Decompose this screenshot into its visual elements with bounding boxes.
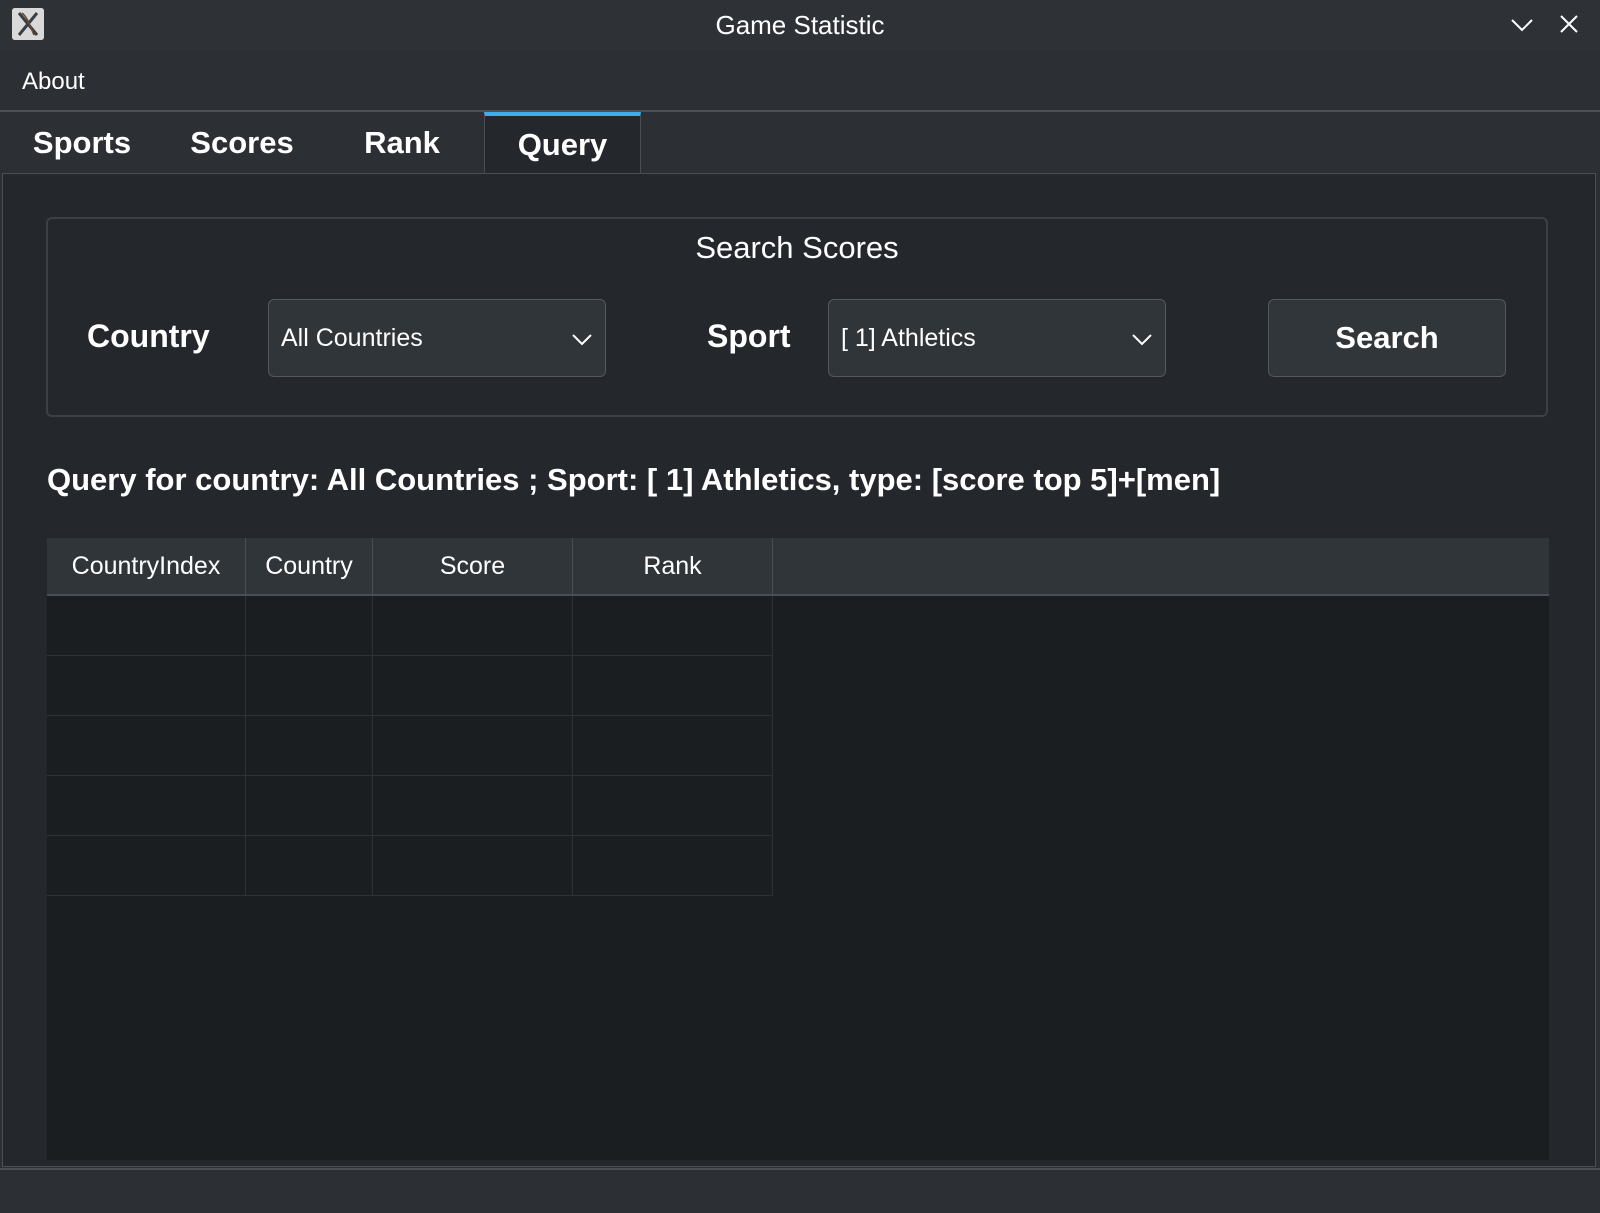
query-summary: Query for country: All Countries ; Sport… [47, 462, 1221, 497]
tab-rank[interactable]: Rank [322, 112, 482, 174]
table-cell[interactable] [573, 656, 773, 716]
window-title: Game Statistic [715, 10, 885, 40]
close-icon[interactable] [1552, 8, 1586, 42]
table-cell[interactable] [47, 716, 246, 776]
group-title: Search Scores [695, 230, 899, 265]
table-cell[interactable] [47, 776, 246, 836]
table-cell[interactable] [373, 656, 573, 716]
table-cell[interactable] [246, 656, 373, 716]
main-window: Game Statistic About Sports Scores Rank … [0, 0, 1600, 1213]
sport-select[interactable]: [ 1] Athletics [828, 299, 1166, 377]
chevron-down-icon [569, 326, 595, 352]
table-cell[interactable] [246, 776, 373, 836]
search-button[interactable]: Search [1268, 299, 1506, 377]
menu-about[interactable]: About [22, 68, 85, 96]
table-row[interactable] [47, 656, 773, 716]
table-cell[interactable] [573, 836, 773, 896]
table-cell[interactable] [573, 596, 773, 656]
column-header-country[interactable]: Country [246, 538, 373, 594]
country-select[interactable]: All Countries [268, 299, 606, 377]
sport-select-value: [ 1] Athletics [841, 324, 976, 352]
country-select-value: All Countries [281, 324, 423, 352]
chevron-down-icon [1129, 326, 1155, 352]
table-row[interactable] [47, 596, 773, 656]
table-cell[interactable] [573, 776, 773, 836]
country-label: Country [87, 318, 210, 354]
table-cell[interactable] [47, 836, 246, 896]
status-bar [0, 1170, 1600, 1213]
table-cell[interactable] [47, 596, 246, 656]
tab-sports[interactable]: Sports [2, 112, 162, 174]
tab-bar: Sports Scores Rank Query [0, 112, 1600, 174]
column-header-countryindex[interactable]: CountryIndex [47, 538, 246, 594]
table-cell[interactable] [246, 596, 373, 656]
table-cell[interactable] [373, 596, 573, 656]
table-row[interactable] [47, 836, 773, 896]
table-cell[interactable] [246, 836, 373, 896]
table-cell[interactable] [47, 656, 246, 716]
table-header: CountryIndex Country Score Rank [47, 538, 1549, 596]
table-row[interactable] [47, 776, 773, 836]
title-bar[interactable]: Game Statistic [0, 0, 1600, 50]
column-header-rank[interactable]: Rank [573, 538, 773, 594]
table-cell[interactable] [373, 836, 573, 896]
sport-label: Sport [707, 318, 791, 354]
tab-scores[interactable]: Scores [162, 112, 322, 174]
column-header-score[interactable]: Score [373, 538, 573, 594]
table-cell[interactable] [573, 716, 773, 776]
results-table[interactable]: CountryIndex Country Score Rank [47, 538, 1549, 1160]
menu-bar: About [0, 56, 1600, 108]
table-cell[interactable] [373, 716, 573, 776]
table-cell[interactable] [373, 776, 573, 836]
table-cell[interactable] [246, 716, 373, 776]
chevron-down-icon[interactable] [1505, 8, 1539, 42]
table-row[interactable] [47, 716, 773, 776]
tab-query[interactable]: Query [484, 112, 641, 174]
